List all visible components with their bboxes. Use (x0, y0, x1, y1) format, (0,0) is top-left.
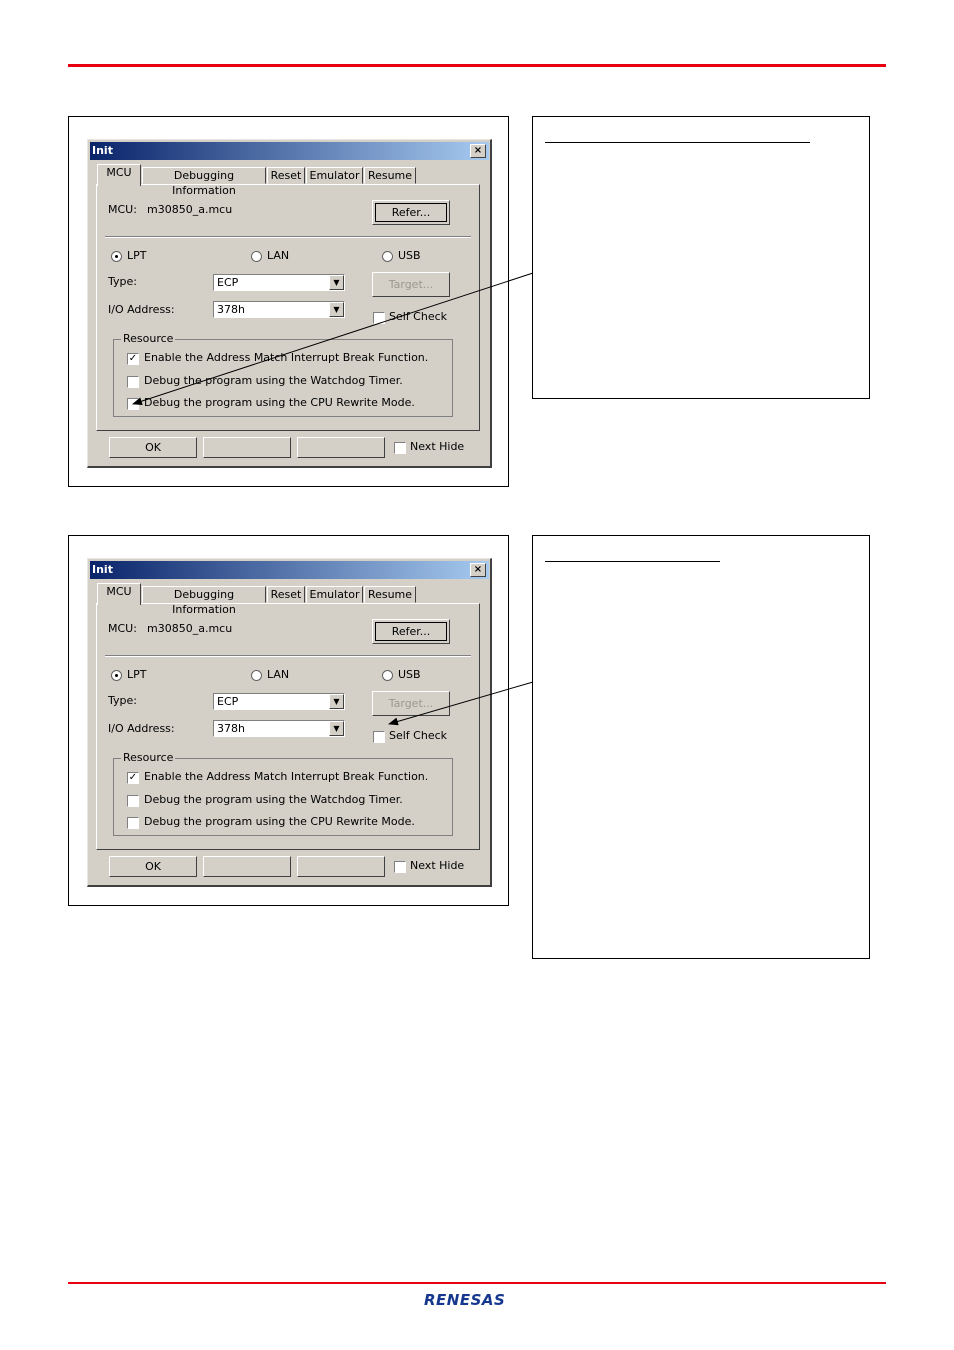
note-box-2 (532, 535, 870, 959)
note-heading-rule (545, 142, 810, 143)
self-check-checkbox[interactable] (373, 312, 385, 324)
dialog-titlebar[interactable]: Init × (90, 142, 489, 160)
tab-mcu[interactable]: MCU (97, 583, 141, 605)
io-address-select[interactable]: 378h ▼ (213, 301, 345, 318)
resource-checkbox-address-match[interactable]: ✓ (127, 353, 139, 365)
io-address-value: 378h (217, 722, 245, 735)
refer-button[interactable]: Refer... (372, 619, 450, 644)
tab-debugging-information[interactable]: Debugging Information (142, 586, 266, 616)
separator (105, 655, 471, 657)
separator (105, 236, 471, 238)
tab-reset[interactable]: Reset (267, 586, 305, 603)
screenshot-frame-1: Init × MCU Debugging Information Reset E… (68, 116, 509, 487)
ok-button[interactable]: OK (109, 437, 197, 458)
resource-checkbox-watchdog[interactable] (127, 376, 139, 388)
type-label: Type: (108, 694, 137, 707)
renesas-logo: RENESAS (424, 1291, 506, 1309)
note-box-1 (532, 116, 870, 399)
resource-legend: Resource (121, 332, 176, 345)
mcu-label: MCU: (108, 203, 137, 216)
chevron-down-icon[interactable]: ▼ (329, 721, 344, 736)
radio-usb-label: USB (398, 249, 421, 262)
tab-reset[interactable]: Reset (267, 167, 305, 184)
io-address-label: I/O Address: (108, 722, 175, 735)
chevron-down-icon[interactable]: ▼ (329, 694, 344, 709)
mcu-file-value: m30850_a.mcu (147, 622, 233, 635)
type-label: Type: (108, 275, 137, 288)
next-hide-label: Next Hide (410, 859, 465, 872)
radio-lan[interactable] (251, 251, 262, 262)
footer-red-rule (68, 1282, 886, 1284)
dialog-button-3[interactable] (297, 856, 385, 877)
next-hide-checkbox[interactable] (394, 442, 406, 454)
resource-label-watchdog: Debug the program using the Watchdog Tim… (144, 374, 403, 387)
type-select[interactable]: ECP ▼ (213, 274, 345, 291)
io-address-label: I/O Address: (108, 303, 175, 316)
resource-label-address-match: Enable the Address Match Interrupt Break… (144, 351, 429, 364)
radio-lpt[interactable] (111, 670, 122, 681)
resource-group: Resource ✓ Enable the Address Match Inte… (113, 332, 453, 417)
target-button[interactable]: Target... (372, 691, 450, 716)
io-address-select[interactable]: 378h ▼ (213, 720, 345, 737)
tab-mcu[interactable]: MCU (97, 164, 141, 186)
resource-group: Resource ✓ Enable the Address Match Inte… (113, 751, 453, 836)
init-dialog: Init × MCU Debugging Information Reset E… (87, 139, 492, 468)
resource-label-watchdog: Debug the program using the Watchdog Tim… (144, 793, 403, 806)
resource-checkbox-watchdog[interactable] (127, 795, 139, 807)
ok-button[interactable]: OK (109, 856, 197, 877)
radio-usb[interactable] (382, 251, 393, 262)
chevron-down-icon[interactable]: ▼ (329, 302, 344, 317)
dialog-title: Init (92, 563, 113, 576)
target-button[interactable]: Target... (372, 272, 450, 297)
mcu-tab-panel: MCU: m30850_a.mcu Refer... LPT LAN USB T… (96, 184, 480, 431)
radio-lan-label: LAN (267, 249, 290, 262)
close-button[interactable]: × (470, 144, 486, 158)
dialog-button-3[interactable] (297, 437, 385, 458)
mcu-tab-panel: MCU: m30850_a.mcu Refer... LPT LAN USB T… (96, 603, 480, 850)
dialog-button-2[interactable] (203, 856, 291, 877)
screenshot-frame-2: Init × MCU Debugging Information Reset E… (68, 535, 509, 906)
close-button[interactable]: × (470, 563, 486, 577)
resource-checkbox-address-match[interactable]: ✓ (127, 772, 139, 784)
resource-legend: Resource (121, 751, 176, 764)
tab-debugging-information[interactable]: Debugging Information (142, 167, 266, 197)
radio-usb[interactable] (382, 670, 393, 681)
radio-lpt-label: LPT (127, 668, 147, 681)
dialog-titlebar[interactable]: Init × (90, 561, 489, 579)
tab-resume[interactable]: Resume (364, 167, 416, 184)
resource-label-cpu-rewrite: Debug the program using the CPU Rewrite … (144, 396, 415, 409)
header-red-rule (68, 64, 886, 67)
close-icon: × (473, 564, 483, 575)
self-check-checkbox[interactable] (373, 731, 385, 743)
next-hide-label: Next Hide (410, 440, 465, 453)
tab-resume[interactable]: Resume (364, 586, 416, 603)
resource-label-address-match: Enable the Address Match Interrupt Break… (144, 770, 429, 783)
radio-usb-label: USB (398, 668, 421, 681)
mcu-file-value: m30850_a.mcu (147, 203, 233, 216)
resource-checkbox-cpu-rewrite[interactable] (127, 398, 139, 410)
chevron-down-icon[interactable]: ▼ (329, 275, 344, 290)
mcu-label: MCU: (108, 622, 137, 635)
resource-checkbox-cpu-rewrite[interactable] (127, 817, 139, 829)
dialog-title: Init (92, 144, 113, 157)
note-heading-rule (545, 561, 720, 562)
resource-label-cpu-rewrite: Debug the program using the CPU Rewrite … (144, 815, 415, 828)
type-value: ECP (217, 276, 239, 289)
radio-lan[interactable] (251, 670, 262, 681)
radio-lpt-label: LPT (127, 249, 147, 262)
self-check-label: Self Check (389, 729, 448, 742)
type-select[interactable]: ECP ▼ (213, 693, 345, 710)
refer-button[interactable]: Refer... (372, 200, 450, 225)
next-hide-checkbox[interactable] (394, 861, 406, 873)
type-value: ECP (217, 695, 239, 708)
dialog-button-2[interactable] (203, 437, 291, 458)
tab-emulator[interactable]: Emulator (306, 586, 363, 603)
close-icon: × (473, 145, 483, 156)
io-address-value: 378h (217, 303, 245, 316)
tab-emulator[interactable]: Emulator (306, 167, 363, 184)
radio-lpt[interactable] (111, 251, 122, 262)
self-check-label: Self Check (389, 310, 448, 323)
radio-lan-label: LAN (267, 668, 290, 681)
init-dialog: Init × MCU Debugging Information Reset E… (87, 558, 492, 887)
